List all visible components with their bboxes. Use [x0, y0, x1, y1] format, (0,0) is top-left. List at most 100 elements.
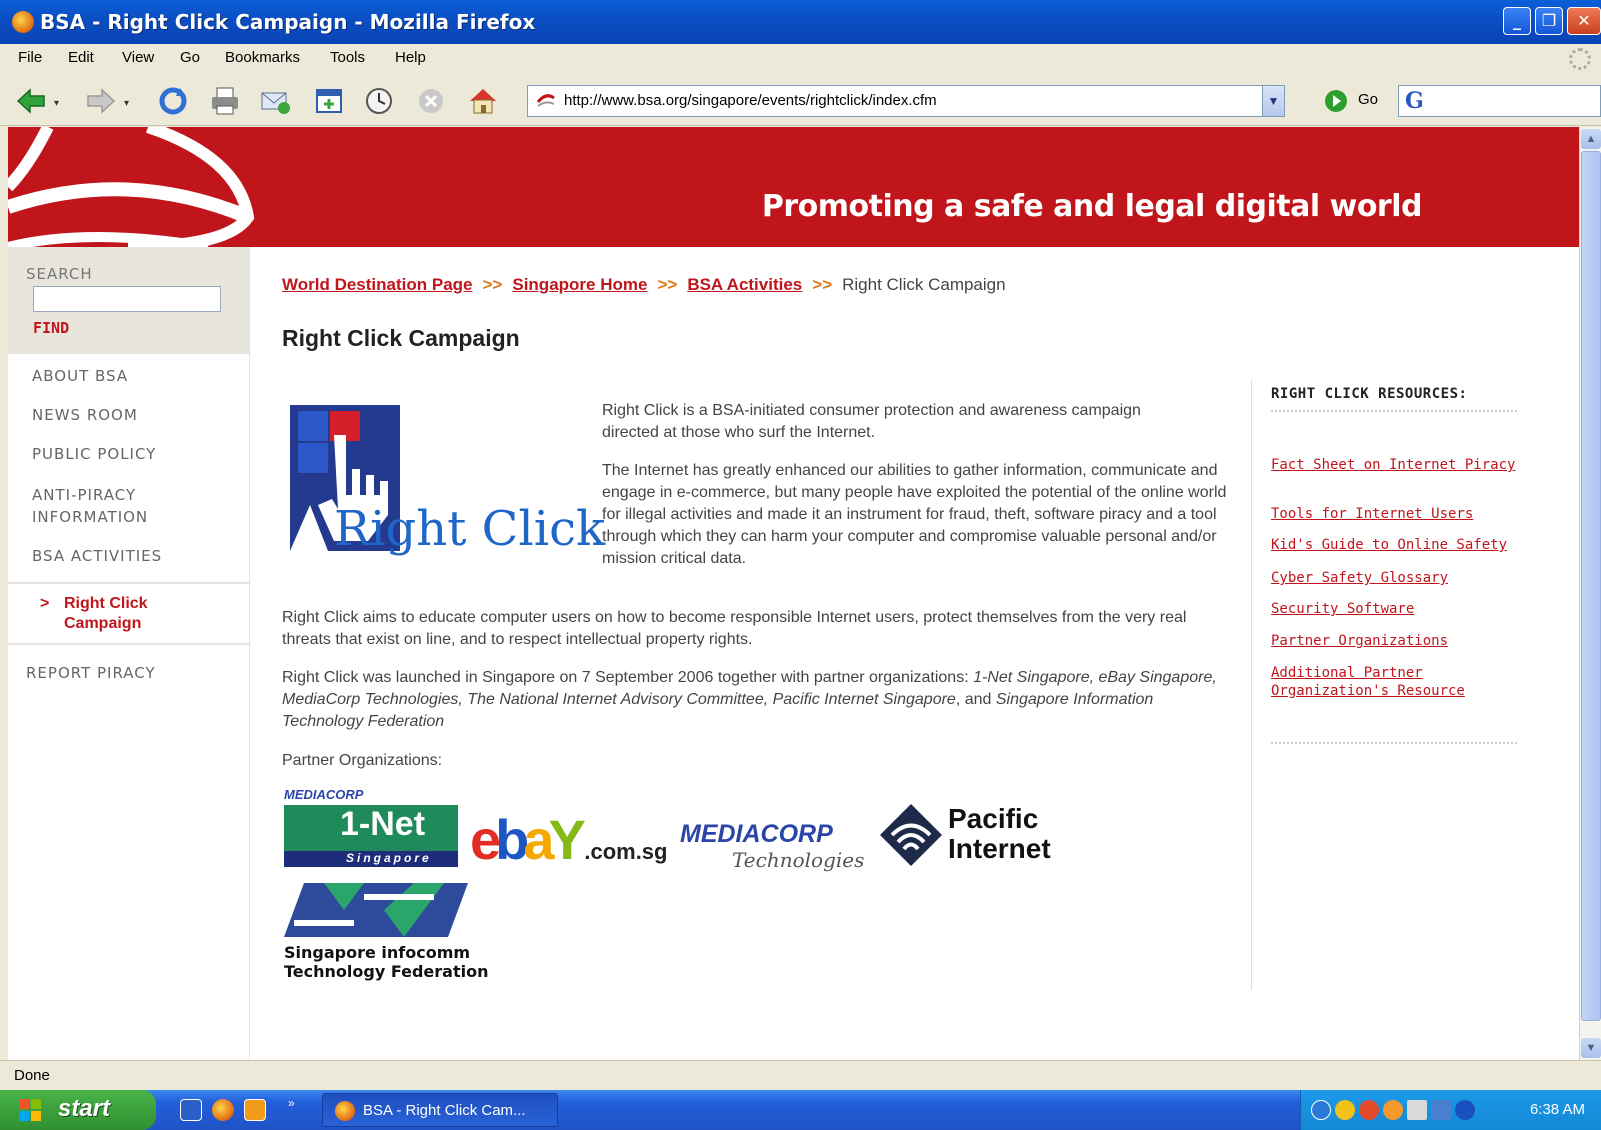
- windows-taskbar: start » BSA - Right Click Cam... 6:38 AM: [0, 1090, 1601, 1130]
- quicklaunch-expand-icon[interactable]: »: [288, 1096, 295, 1110]
- sitf-logo[interactable]: Singapore infocomm Technology Federation: [284, 883, 488, 981]
- google-icon: G: [1405, 88, 1424, 114]
- breadcrumb-link-activities[interactable]: BSA Activities: [687, 275, 802, 294]
- mediacorp-name: MEDIACORP: [680, 820, 833, 848]
- menu-bookmarks[interactable]: Bookmarks: [225, 49, 300, 66]
- menu-tools[interactable]: Tools: [330, 49, 365, 66]
- go-arrow-icon: [1325, 90, 1347, 112]
- app-quicklaunch-icon[interactable]: [244, 1099, 266, 1121]
- sitf-emblem: [284, 883, 468, 937]
- back-dropdown[interactable]: ▾: [54, 98, 68, 109]
- nav-bsa-activities[interactable]: BSA ACTIVITIES: [32, 545, 162, 567]
- nav-anti-piracy-information[interactable]: ANTI-PIRACY INFORMATION: [32, 484, 148, 528]
- find-button[interactable]: FIND: [33, 319, 69, 337]
- start-button[interactable]: start: [0, 1090, 156, 1130]
- breadcrumb-link-world[interactable]: World Destination Page: [282, 275, 473, 294]
- page-icon: [536, 92, 556, 110]
- forward-button[interactable]: [84, 84, 118, 118]
- vertical-scrollbar[interactable]: ▲ ▼: [1579, 127, 1601, 1060]
- stop-icon: [419, 89, 443, 113]
- print-button[interactable]: [208, 84, 242, 118]
- ebay-domain: .com.sg: [584, 839, 668, 864]
- scrollbar-thumb[interactable]: [1581, 151, 1601, 1021]
- site-search-input[interactable]: [33, 286, 221, 312]
- url-text[interactable]: http://www.bsa.org/singapore/events/righ…: [564, 92, 937, 109]
- resource-link-security-software[interactable]: Security Software: [1271, 600, 1521, 618]
- menu-help[interactable]: Help: [395, 49, 426, 66]
- tray-expand-icon[interactable]: [1311, 1100, 1331, 1120]
- pacific-internet-logo[interactable]: Pacific Internet: [878, 802, 1078, 872]
- word-quicklaunch-icon[interactable]: [180, 1099, 202, 1121]
- shield-icon[interactable]: [1335, 1100, 1355, 1120]
- scroll-down-icon[interactable]: ▼: [1581, 1038, 1601, 1058]
- firefox-quicklaunch-icon[interactable]: [212, 1099, 234, 1121]
- breadcrumb-separator: >>: [812, 275, 833, 294]
- history-button[interactable]: [362, 84, 396, 118]
- resource-link-kids-guide[interactable]: Kid's Guide to Online Safety: [1271, 536, 1521, 554]
- nav-separator: [8, 643, 250, 645]
- new-tab-button[interactable]: [312, 84, 346, 118]
- resources-divider: [1271, 410, 1517, 412]
- breadcrumb-separator: >>: [657, 275, 678, 294]
- breadcrumb-link-singapore[interactable]: Singapore Home: [512, 275, 647, 294]
- close-button[interactable]: ✕: [1567, 7, 1601, 35]
- ebay-logo[interactable]: ebaY .com.sg: [470, 807, 670, 877]
- partner-organizations-label: Partner Organizations:: [282, 752, 443, 769]
- taskbar-item-firefox[interactable]: BSA - Right Click Cam...: [322, 1093, 558, 1127]
- network-icon[interactable]: [1431, 1100, 1451, 1120]
- scroll-up-icon[interactable]: ▲: [1581, 129, 1601, 149]
- resource-link-glossary[interactable]: Cyber Safety Glossary: [1271, 569, 1521, 587]
- status-text: Done: [14, 1067, 50, 1084]
- page-viewport: Promoting a safe and legal digital world…: [8, 127, 1579, 1060]
- nav-public-policy[interactable]: PUBLIC POLICY: [32, 443, 156, 465]
- menu-go[interactable]: Go: [180, 49, 200, 66]
- sitf-line2: Technology Federation: [284, 962, 489, 981]
- tray-app-icon[interactable]: [1383, 1100, 1403, 1120]
- nav-sub-label: Right Click Campaign: [64, 595, 148, 632]
- right-click-logo: Right Click: [290, 405, 605, 565]
- window-title: BSA - Right Click Campaign - Mozilla Fir…: [40, 10, 536, 34]
- site-search-panel: SEARCH FIND: [8, 247, 250, 354]
- address-bar[interactable]: http://www.bsa.org/singapore/events/righ…: [527, 85, 1285, 117]
- go-button[interactable]: Go: [1325, 87, 1385, 115]
- reload-icon: [159, 87, 187, 115]
- menu-view[interactable]: View: [122, 49, 154, 66]
- resource-link-additional[interactable]: Additional Partner Organization's Resour…: [1271, 664, 1521, 700]
- back-arrow-icon: [16, 88, 45, 114]
- navigation-toolbar: ▾ ▾ http://www.bsa.org/singapore/events/…: [0, 74, 1601, 126]
- back-button[interactable]: [14, 84, 48, 118]
- nav-right-click-campaign[interactable]: > Right Click Campaign: [40, 594, 148, 632]
- new-tab-icon: [316, 89, 342, 113]
- onenet-logo[interactable]: MEDIACORP 1-Net Singapore: [284, 787, 462, 885]
- mediacorp-logo[interactable]: MEDIACORP Technologies: [680, 820, 870, 880]
- menu-edit[interactable]: Edit: [68, 49, 94, 66]
- reload-button[interactable]: [156, 84, 190, 118]
- resource-link-fact-sheet[interactable]: Fact Sheet on Internet Piracy: [1271, 456, 1521, 474]
- intro-paragraph-2: The Internet has greatly enhanced our ab…: [602, 462, 1227, 567]
- nav-report-piracy[interactable]: REPORT PIRACY: [26, 662, 156, 684]
- resource-link-tools[interactable]: Tools for Internet Users: [1271, 505, 1521, 523]
- tray-app-icon[interactable]: [1359, 1100, 1379, 1120]
- home-button[interactable]: [466, 84, 500, 118]
- forward-dropdown[interactable]: ▾: [124, 98, 138, 109]
- bsa-globe-logo: [8, 127, 255, 247]
- pacific-line2: Internet: [948, 833, 1051, 864]
- speaker-icon[interactable]: [1407, 1100, 1427, 1120]
- mail-button[interactable]: [258, 84, 292, 118]
- left-navigation: SEARCH FIND ABOUT BSA NEWS ROOM PUBLIC P…: [8, 247, 250, 1060]
- restore-button[interactable]: ❐: [1535, 7, 1563, 35]
- nav-news-room[interactable]: NEWS ROOM: [32, 404, 138, 426]
- menu-file[interactable]: File: [18, 49, 42, 66]
- search-engine-box[interactable]: G: [1398, 85, 1601, 117]
- printer-icon: [212, 87, 238, 115]
- url-dropdown-icon[interactable]: ▼: [1262, 86, 1284, 116]
- resources-divider: [1271, 742, 1517, 744]
- minimize-button[interactable]: _: [1503, 7, 1531, 35]
- stop-button[interactable]: [414, 84, 448, 118]
- taskbar-item-label: BSA - Right Click Cam...: [363, 1102, 526, 1119]
- bluetooth-icon[interactable]: [1455, 1100, 1475, 1120]
- start-label: start: [58, 1095, 111, 1122]
- nav-about-bsa[interactable]: ABOUT BSA: [32, 365, 128, 387]
- firefox-icon: [12, 11, 34, 33]
- resource-link-partner-orgs[interactable]: Partner Organizations: [1271, 632, 1521, 650]
